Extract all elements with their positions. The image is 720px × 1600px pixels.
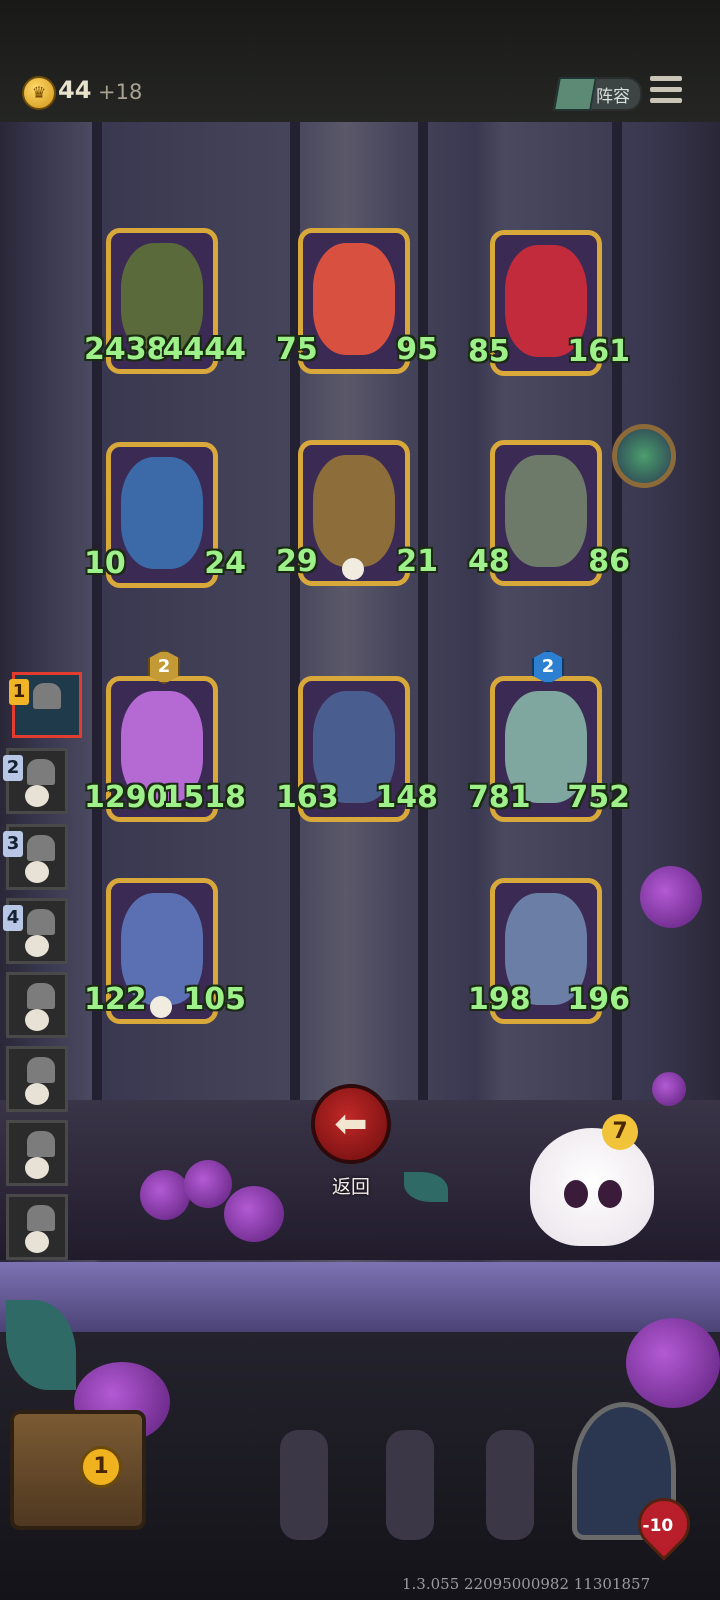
stage-ledge (0, 1262, 720, 1332)
minion-card[interactable]: 75 95 (276, 228, 438, 378)
opponent-avatar (27, 983, 55, 1009)
baluster (386, 1430, 434, 1540)
opponent-slot[interactable]: 2 (3, 748, 68, 814)
minion-card[interactable]: 48 86 (468, 440, 630, 590)
chest-count: 1 (80, 1446, 122, 1488)
minion-health: 86 (588, 544, 630, 579)
opponent-slot[interactable]: 3 (3, 824, 68, 890)
top-bar: ♛ 44 +18 阵容 (0, 0, 720, 125)
skull-icon (342, 558, 364, 580)
minion-art (505, 455, 587, 567)
minion-card[interactable]: 2 781 752 (468, 650, 630, 826)
opponent-avatar (27, 835, 55, 861)
minion-attack: 198 (468, 982, 531, 1017)
minion-card[interactable]: 85 161 (468, 230, 630, 380)
opponent-slot[interactable] (6, 972, 68, 1038)
mascot-eye (564, 1180, 588, 1208)
opponent-avatar (27, 909, 55, 935)
treasure-chest[interactable] (10, 1410, 146, 1530)
mushroom-mascot[interactable]: 7 (530, 1114, 654, 1246)
minion-art (313, 243, 395, 355)
back-label: 返回 (331, 1176, 370, 1198)
back-button[interactable]: ⬅ (311, 1084, 391, 1164)
skull-icon (25, 1083, 49, 1105)
baluster (486, 1430, 534, 1540)
coin-income: +18 (98, 80, 143, 104)
mascot-eye (598, 1180, 622, 1208)
minion-attack: 2438 (84, 332, 168, 367)
coin-count: 44 (58, 76, 92, 104)
skull-icon (25, 1157, 49, 1179)
opponent-avatar (27, 1131, 55, 1157)
rank-number: 1 (9, 679, 29, 705)
opponent-slot[interactable] (6, 1046, 68, 1112)
opponent-list: 1 2 3 4 (0, 672, 82, 1296)
lineup-label: 阵容 (596, 87, 630, 107)
rank-number: 3 (3, 831, 23, 857)
minion-health: 148 (375, 780, 438, 815)
skull-icon (25, 861, 49, 883)
skull-icon (25, 1231, 49, 1253)
minion-health: 1518 (162, 780, 247, 815)
rose-decoration (640, 866, 702, 928)
minion-health: 21 (396, 544, 438, 579)
minion-attack: 75 (276, 332, 318, 367)
skull-icon (25, 935, 49, 957)
opponent-slot[interactable]: 1 (9, 672, 82, 738)
rose-decoration (652, 1072, 686, 1106)
opponent-avatar (27, 1205, 55, 1231)
minion-attack: 163 (276, 780, 339, 815)
opponent-avatar (27, 1057, 55, 1083)
rose-decoration (626, 1318, 720, 1408)
opponent-slot[interactable]: 4 (3, 898, 68, 964)
window-frame (418, 122, 428, 1142)
minion-health: 105 (183, 982, 246, 1017)
skull-icon (25, 1009, 49, 1031)
minion-attack: 10 (84, 546, 126, 581)
minion-attack: 85 (468, 334, 510, 369)
minion-card[interactable]: 163 148 (276, 676, 438, 826)
rank-number: 4 (3, 905, 23, 931)
lineup-icon (553, 77, 597, 111)
minion-health: 752 (567, 780, 630, 815)
minion-health: 95 (396, 332, 438, 367)
crown-coin-icon: ♛ (22, 76, 56, 110)
opponent-avatar (33, 683, 61, 709)
skull-icon (150, 996, 172, 1018)
minion-attack: 781 (468, 780, 531, 815)
minion-art (313, 455, 395, 567)
minion-health: 196 (567, 982, 630, 1017)
arrow-left-icon: ⬅ (334, 1101, 368, 1147)
lineup-button[interactable]: 阵容 (553, 77, 642, 111)
minion-card[interactable]: 29 21 (276, 440, 438, 590)
menu-icon[interactable] (650, 76, 682, 106)
opponent-avatar (27, 759, 55, 785)
minion-art (121, 457, 203, 569)
minion-attack: 122 (84, 982, 147, 1017)
baluster (280, 1430, 328, 1540)
minion-card[interactable]: 10 24 (84, 442, 246, 592)
rose-decoration (184, 1160, 232, 1208)
minion-card[interactable]: 2438 4444 (84, 228, 246, 378)
version-text: 1.3.055 22095000982 11301857 (402, 1575, 651, 1593)
opponent-slot[interactable] (6, 1120, 68, 1186)
minion-card[interactable]: 122 105 (84, 878, 246, 1028)
minion-attack: 29 (276, 544, 318, 579)
minion-card[interactable]: 2 1290 1518 (84, 650, 246, 826)
skull-icon (25, 785, 49, 807)
pocket-watch-icon[interactable] (612, 424, 676, 488)
minion-attack: 1290 (84, 780, 168, 815)
minion-card[interactable]: 198 196 (468, 878, 630, 1028)
minion-health: 4444 (162, 332, 247, 367)
hero-health: -10 (642, 1515, 674, 1536)
rank-number: 2 (3, 755, 23, 781)
minion-health: 161 (567, 334, 630, 369)
minion-attack: 48 (468, 544, 510, 579)
opponent-slot[interactable] (6, 1194, 68, 1260)
rose-decoration (140, 1170, 190, 1220)
minion-health: 24 (204, 546, 246, 581)
rose-decoration (224, 1186, 284, 1242)
mascot-badge: 7 (602, 1114, 638, 1150)
